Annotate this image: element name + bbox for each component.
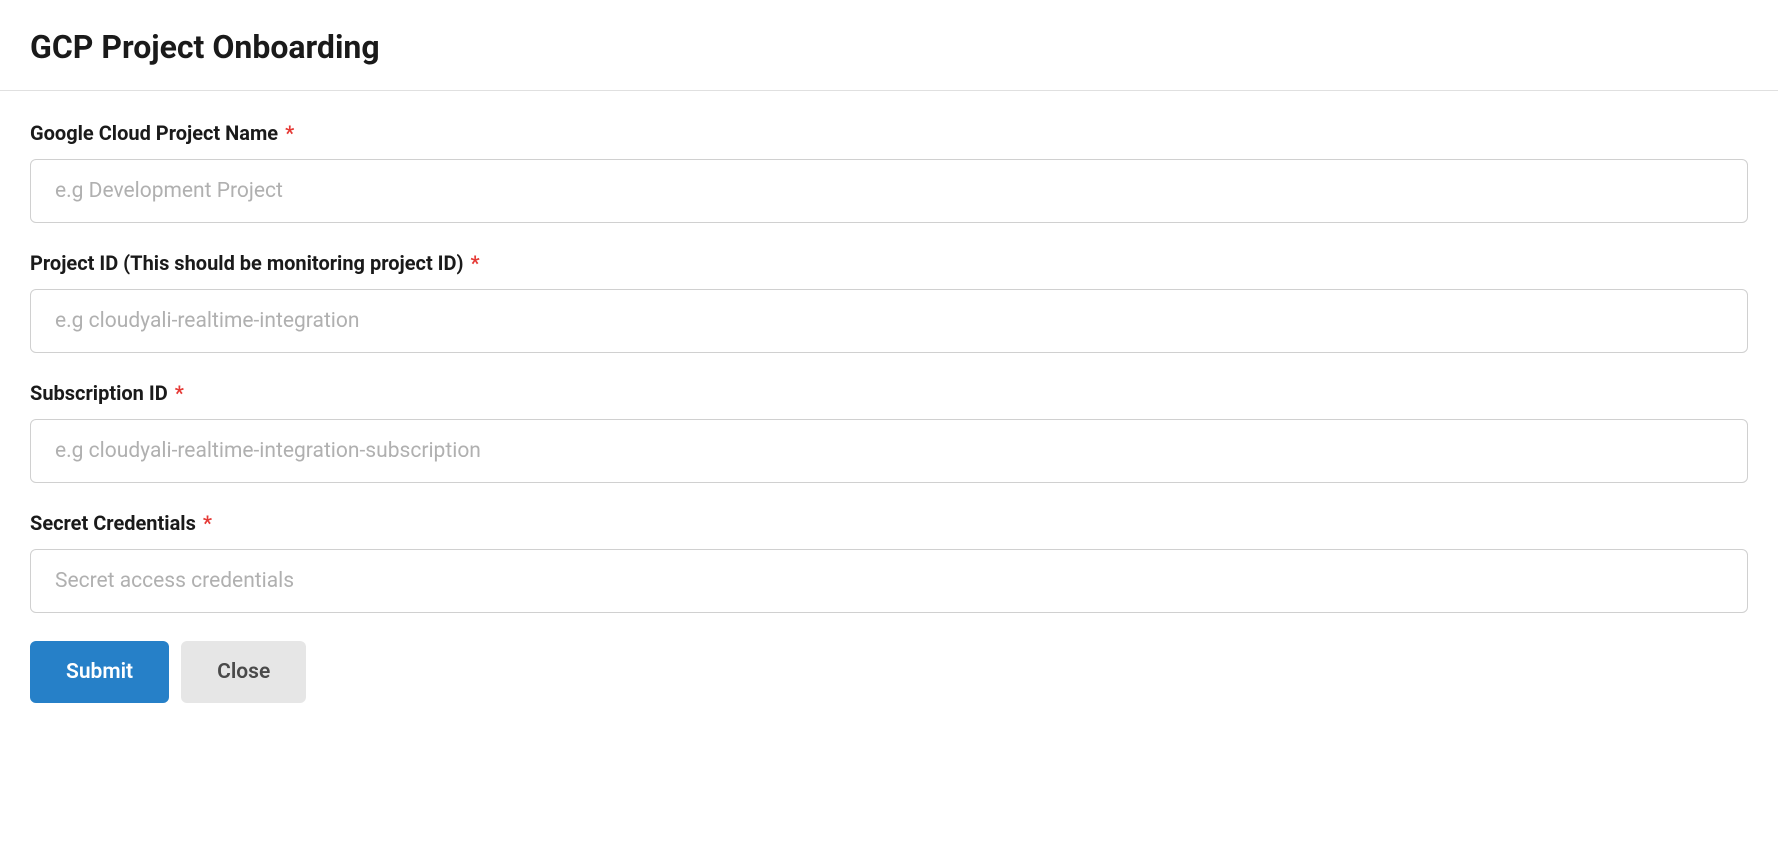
- secret-credentials-input[interactable]: [30, 549, 1748, 613]
- form-group-subscription-id: Subscription ID *: [30, 381, 1748, 483]
- onboarding-form: Google Cloud Project Name * Project ID (…: [0, 91, 1778, 733]
- form-group-secret-credentials: Secret Credentials *: [30, 511, 1748, 613]
- page-header: GCP Project Onboarding: [0, 0, 1778, 91]
- required-asterisk-icon: *: [471, 251, 480, 275]
- label-project-id: Project ID (This should be monitoring pr…: [30, 251, 1748, 275]
- button-row: Submit Close: [30, 641, 1748, 703]
- form-group-project-id: Project ID (This should be monitoring pr…: [30, 251, 1748, 353]
- label-project-name: Google Cloud Project Name *: [30, 121, 1748, 145]
- submit-button[interactable]: Submit: [30, 641, 169, 703]
- label-subscription-id: Subscription ID *: [30, 381, 1748, 405]
- project-id-input[interactable]: [30, 289, 1748, 353]
- required-asterisk-icon: *: [203, 511, 212, 535]
- label-subscription-id-text: Subscription ID: [30, 381, 168, 405]
- label-secret-credentials: Secret Credentials *: [30, 511, 1748, 535]
- label-project-id-text: Project ID (This should be monitoring pr…: [30, 251, 464, 275]
- required-asterisk-icon: *: [285, 121, 294, 145]
- form-group-project-name: Google Cloud Project Name *: [30, 121, 1748, 223]
- project-name-input[interactable]: [30, 159, 1748, 223]
- label-project-name-text: Google Cloud Project Name: [30, 121, 278, 145]
- close-button[interactable]: Close: [181, 641, 306, 703]
- required-asterisk-icon: *: [175, 381, 184, 405]
- page-title: GCP Project Onboarding: [30, 28, 1748, 66]
- subscription-id-input[interactable]: [30, 419, 1748, 483]
- label-secret-credentials-text: Secret Credentials: [30, 511, 196, 535]
